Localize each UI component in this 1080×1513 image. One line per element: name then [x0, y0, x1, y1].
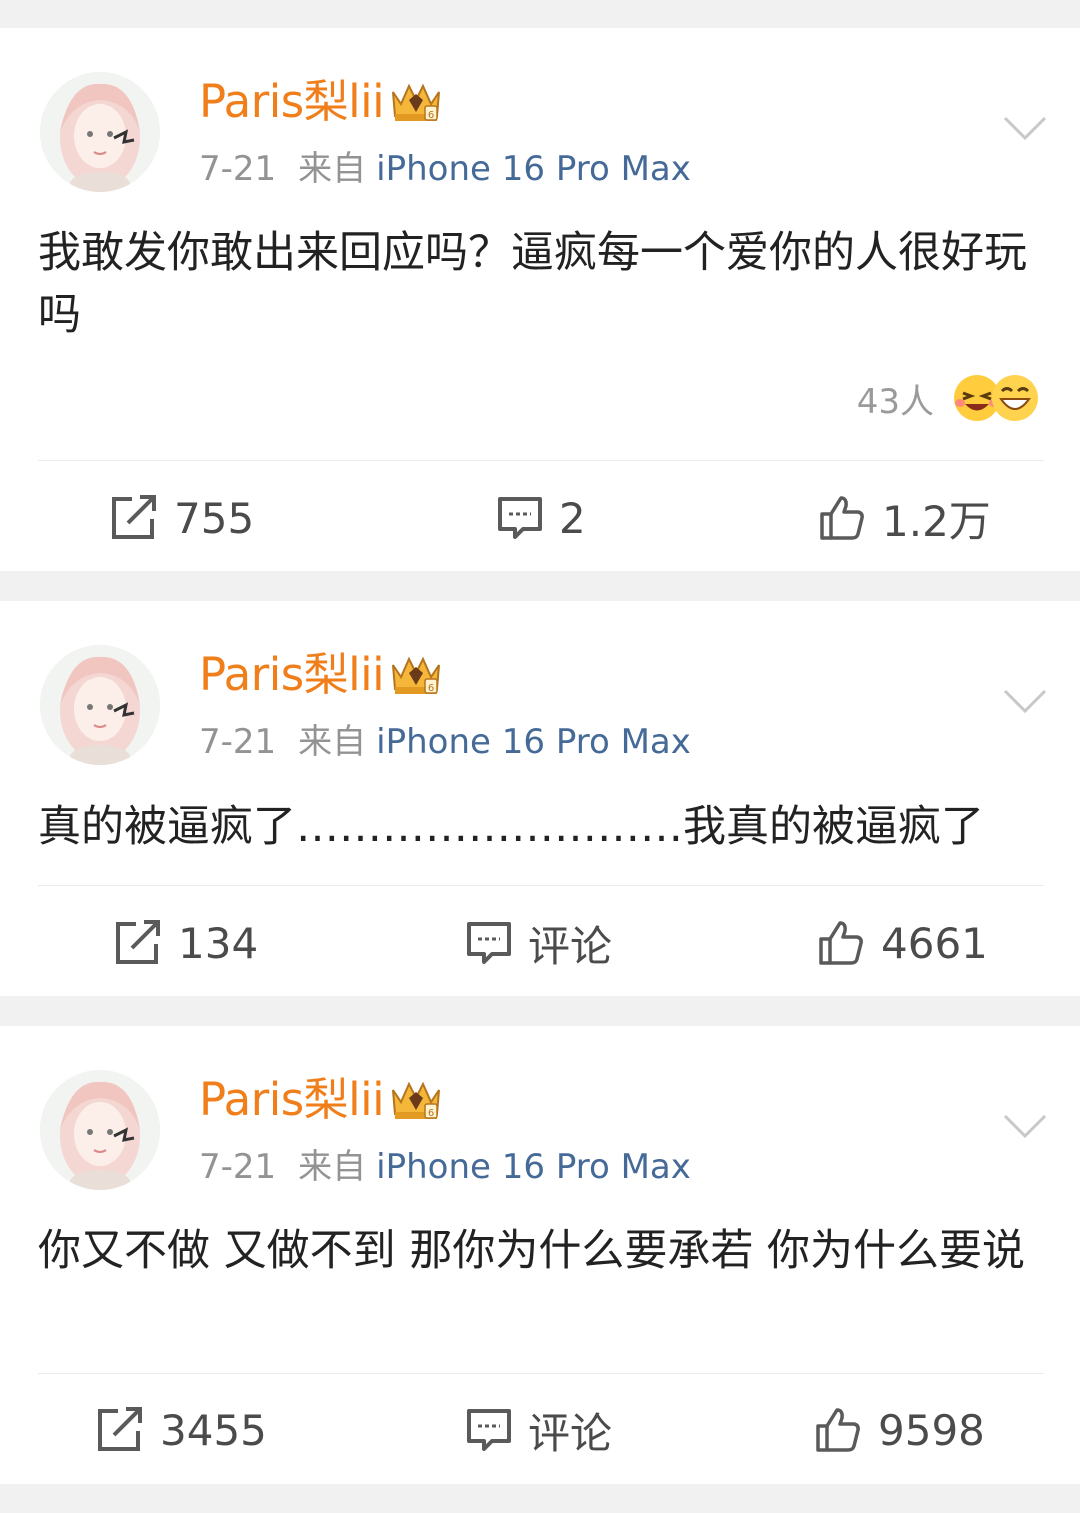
reaction-count: 43人 — [856, 381, 934, 422]
repost-button[interactable]: 755 — [110, 488, 254, 548]
device-link[interactable]: iPhone 16 Pro Max — [376, 149, 691, 189]
avatar[interactable] — [40, 645, 160, 765]
avatar[interactable] — [40, 1070, 160, 1190]
repost-button[interactable]: 134 — [114, 913, 258, 973]
repost-count: 3455 — [160, 1405, 267, 1455]
comment-label: 评论 — [528, 921, 613, 971]
card-gap — [0, 996, 1080, 1026]
like-count: 4661 — [881, 918, 988, 968]
top-gap — [0, 0, 1080, 28]
like-count: 9598 — [878, 1405, 985, 1455]
like-button[interactable]: 4661 — [817, 913, 988, 973]
repost-count: 755 — [174, 493, 255, 543]
post-card-1[interactable]: Paris梨lii 6 7-21 来自 iPhone 16 Pro Max 我敢发你… — [0, 28, 1080, 571]
thumbs-up-icon — [820, 496, 864, 540]
avatar[interactable] — [40, 72, 160, 192]
like-button[interactable]: 1.2万 — [818, 488, 991, 548]
chevron-down-icon[interactable] — [1002, 114, 1048, 142]
crown-badge-icon[interactable]: 6 — [387, 78, 445, 124]
device-link[interactable]: iPhone 16 Pro Max — [376, 1147, 691, 1187]
post-date: 7-21 — [199, 722, 277, 762]
svg-text:6: 6 — [428, 110, 434, 121]
post-meta: 7-21 来自 iPhone 16 Pro Max — [199, 721, 691, 763]
divider — [38, 460, 1044, 461]
divider — [38, 1373, 1044, 1374]
author-name[interactable]: Paris梨lii — [199, 1072, 385, 1128]
thumbs-up-icon — [816, 1408, 860, 1452]
comment-icon — [467, 1409, 511, 1451]
post-date: 7-21 — [199, 149, 277, 189]
comment-icon — [467, 922, 511, 964]
comment-label: 评论 — [528, 1408, 613, 1458]
source-prefix: 来自 — [298, 149, 367, 189]
repost-icon — [112, 495, 156, 539]
comment-icon — [498, 497, 542, 539]
comment-button[interactable]: 评论 — [466, 1400, 612, 1460]
post-card-3[interactable]: Paris梨lii 6 7-21 来自 iPhone 16 Pro Max 你又不做… — [0, 1026, 1080, 1484]
device-link[interactable]: iPhone 16 Pro Max — [376, 722, 691, 762]
author-name[interactable]: Paris梨lii — [199, 74, 385, 130]
comment-button[interactable]: 评论 — [466, 913, 612, 973]
author-name[interactable]: Paris梨lii — [199, 647, 385, 703]
post-text: 我敢发你敢出来回应吗？逼疯每一个爱你的人很好玩吗 — [38, 228, 1027, 340]
post-text: 真的被逼疯了………………………我真的被逼疯了 — [38, 802, 984, 852]
post-meta: 7-21 来自 iPhone 16 Pro Max — [199, 148, 691, 190]
comment-count: 2 — [559, 493, 586, 543]
post-card-2[interactable]: Paris梨lii 6 7-21 来自 iPhone 16 Pro Max 真的被逼… — [0, 601, 1080, 996]
like-count: 1.2万 — [882, 496, 991, 546]
crown-badge-icon[interactable]: 6 — [387, 1076, 445, 1122]
divider — [38, 885, 1044, 886]
source-prefix: 来自 — [298, 1147, 367, 1187]
grin-emoji-icon — [992, 375, 1038, 421]
source-prefix: 来自 — [298, 722, 367, 762]
thumbs-up-icon — [819, 921, 863, 965]
post-meta: 7-21 来自 iPhone 16 Pro Max — [199, 1146, 691, 1188]
post-date: 7-21 — [199, 1147, 277, 1187]
crown-badge-icon[interactable]: 6 — [387, 651, 445, 697]
repost-button[interactable]: 3455 — [96, 1400, 267, 1460]
chevron-down-icon[interactable] — [1002, 687, 1048, 715]
reactions-summary[interactable]: 43人 — [857, 370, 1040, 426]
bottom-gap — [0, 1484, 1080, 1513]
repost-icon — [98, 1407, 142, 1451]
svg-text:6: 6 — [428, 1108, 434, 1119]
repost-icon — [116, 920, 160, 964]
svg-text:6: 6 — [428, 683, 434, 694]
comment-button[interactable]: 2 — [497, 488, 586, 548]
like-button[interactable]: 9598 — [814, 1400, 985, 1460]
card-gap — [0, 571, 1080, 601]
chevron-down-icon[interactable] — [1002, 1112, 1048, 1140]
repost-count: 134 — [178, 918, 259, 968]
post-text: 你又不做 又做不到 那你为什么要承若 你为什么要说 — [38, 1226, 1026, 1276]
